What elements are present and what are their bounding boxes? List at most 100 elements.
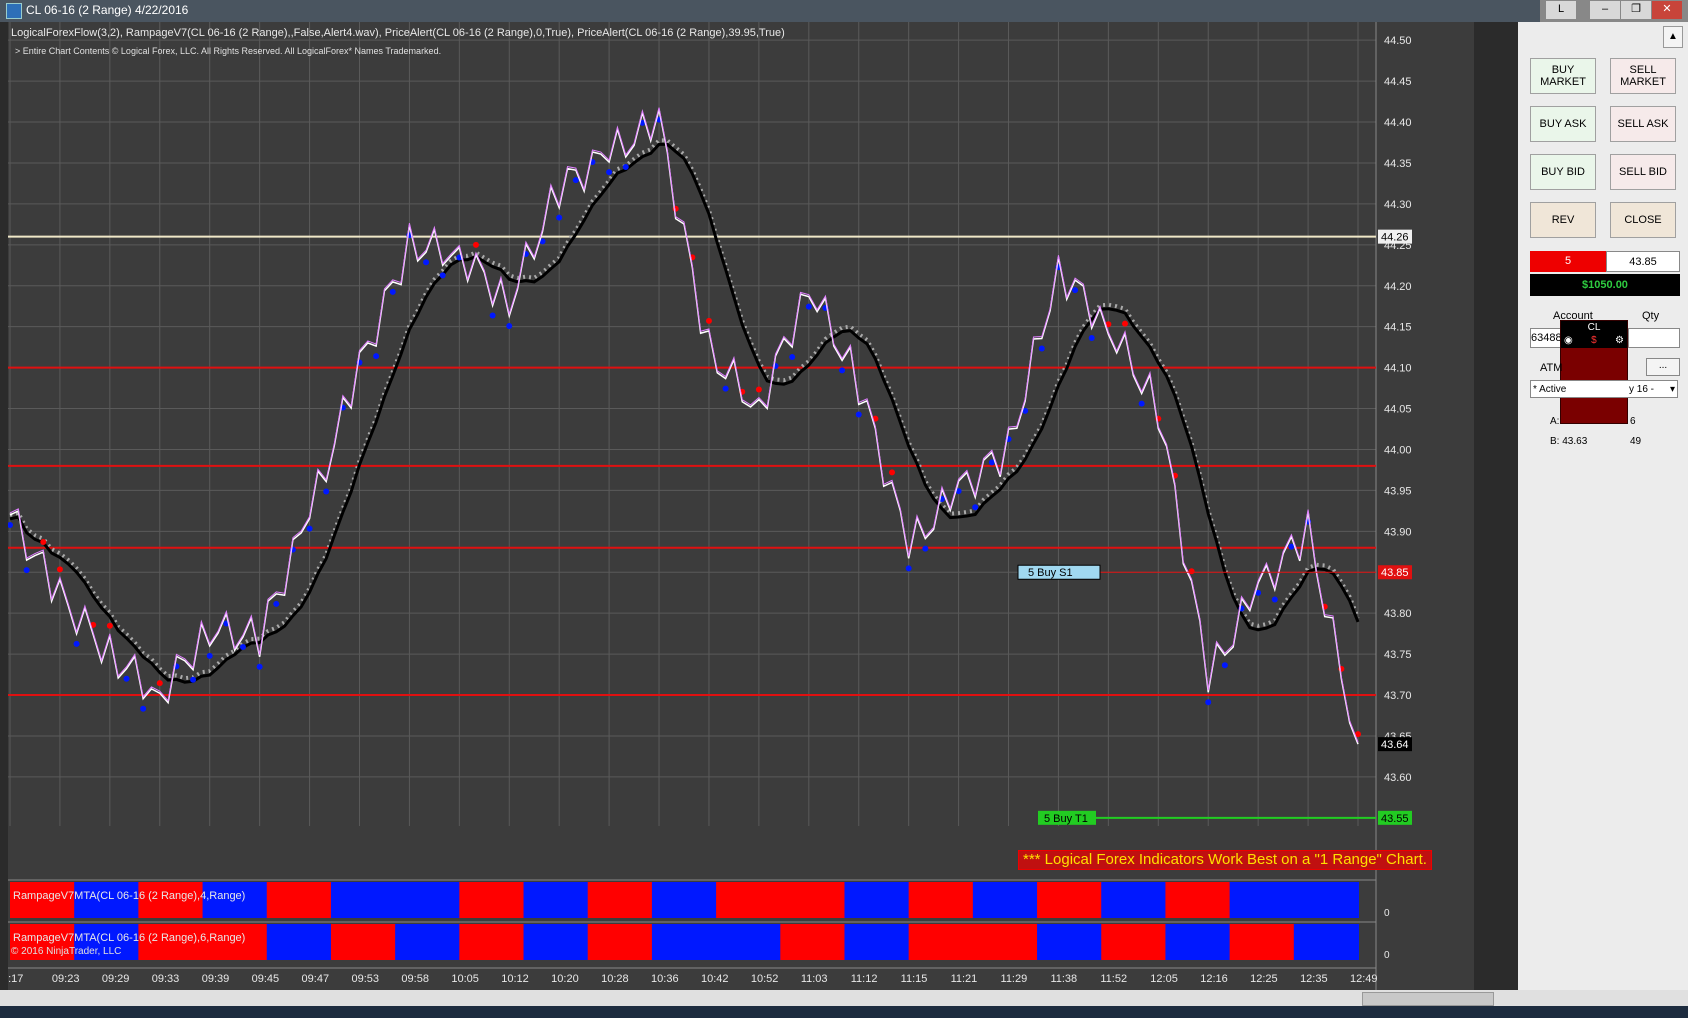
bear-trend-dot [472, 241, 479, 248]
buy-bid-button[interactable]: BUY BID [1530, 154, 1596, 190]
time-axis-label: 12:16 [1200, 973, 1228, 985]
bull-trend-dot [306, 525, 313, 532]
horizontal-scrollbar[interactable] [0, 990, 1688, 1006]
window-controls: L – ❐ ✕ [1540, 0, 1688, 22]
price-axis-label: 43.60 [1384, 772, 1412, 784]
bull-trend-dot [1221, 662, 1228, 669]
panel-dropdown[interactable]: ▲ [1663, 26, 1683, 48]
time-axis-label: 10:42 [701, 973, 729, 985]
bull-trend-dot [572, 177, 579, 184]
mta-panel2-block [972, 924, 1039, 960]
buy-s1-order-label: 5 Buy S1 [1028, 567, 1073, 579]
bull-trend-dot [839, 367, 846, 374]
globe-icon[interactable]: ◉ [1564, 335, 1573, 348]
unrealized-pnl: $1050.00 [1530, 274, 1680, 296]
time-axis-label: 10:36 [651, 973, 679, 985]
time-axis-label: 10:20 [551, 973, 579, 985]
bull-trend-dot [622, 163, 629, 170]
reverse-button[interactable]: REV [1530, 202, 1596, 238]
mta-panel1-block [1293, 882, 1359, 918]
price-axis-label: 44.20 [1384, 281, 1412, 293]
bull-trend-dot [206, 652, 213, 659]
position-qty: 5 [1530, 251, 1606, 272]
bull-trend-dot [389, 288, 396, 295]
mta-panel1-block [266, 882, 332, 918]
price-axis-label: 44.40 [1384, 117, 1412, 129]
bull-trend-dot [506, 322, 513, 329]
dollar-icon[interactable]: $ [1591, 335, 1597, 348]
bear-trend-dot [1122, 320, 1129, 327]
bull-trend-dot [123, 675, 130, 682]
bear-trend-dot [106, 622, 113, 629]
bear-trend-dot [40, 539, 47, 546]
atm-label: ATM [1540, 362, 1563, 374]
qty-input[interactable] [1628, 328, 1680, 348]
mta-panel2-block [716, 924, 782, 960]
price-axis-label: 44.35 [1384, 158, 1412, 170]
mta-panel2-block [908, 924, 974, 960]
app-icon [6, 3, 22, 19]
sell-bid-button[interactable]: SELL BID [1610, 154, 1676, 190]
price-axis-label: 44.00 [1384, 444, 1412, 456]
atm-strategy-value: * Active [1533, 384, 1567, 395]
price-line-highlight [9, 107, 1359, 743]
scrollbar-thumb[interactable] [1362, 992, 1494, 1006]
bull-trend-dot [972, 504, 979, 511]
popup-icons: ◉ $ ⚙ [1561, 335, 1627, 348]
link-button[interactable]: L [1545, 0, 1577, 20]
buy-market-button[interactable]: BUY MARKET [1530, 58, 1596, 94]
time-axis-label: 09:45 [252, 973, 280, 985]
price-axis-label: 43.95 [1384, 485, 1412, 497]
bull-trend-dot [489, 312, 496, 319]
buy-ask-button[interactable]: BUY ASK [1530, 106, 1596, 142]
taskbar [0, 1006, 1688, 1018]
bull-trend-dot [273, 600, 280, 607]
maximize-button[interactable]: ❐ [1620, 0, 1652, 20]
bull-trend-dot [140, 705, 147, 712]
close-position-button[interactable]: CLOSE [1610, 202, 1676, 238]
mta-panel1-block [330, 882, 397, 918]
chevron-up-icon: ▲ [1668, 31, 1678, 42]
time-axis-label: 10:28 [601, 973, 629, 985]
mta-panel1-block [716, 882, 782, 918]
time-axis-label: 11:38 [1050, 973, 1077, 985]
bear-trend-dot [755, 386, 762, 393]
bull-trend-dot [1072, 287, 1079, 294]
bull-trend-dot [1038, 345, 1045, 352]
chart-trader-panel: ▲ BUY MARKET SELL MARKET BUY ASK SELL AS… [1518, 22, 1688, 990]
close-window-button[interactable]: ✕ [1651, 0, 1683, 20]
bear-trend-dot [56, 566, 63, 573]
time-axis-label: 12:25 [1250, 973, 1278, 985]
atm-options-button[interactable]: ... [1646, 358, 1680, 376]
subpanel2-label: RampageV7MTA(CL 06-16 (2 Range),6,Range) [13, 932, 246, 944]
price-chart[interactable]: 44.50 44.45 44.40 44.35 44.30 44.25 44.20 44.15… [8, 22, 1474, 990]
account-select[interactable]: 63488 [1530, 328, 1564, 348]
minimize-button[interactable]: – [1589, 0, 1621, 20]
mta-panel1-block [459, 882, 525, 918]
time-axis-label: 09:53 [351, 973, 379, 985]
chart-canvas[interactable]: 44.5044.4544.4044.3544.3044.2544.2044.15… [8, 22, 1474, 990]
bull-trend-dot [423, 259, 430, 266]
gear-icon[interactable]: ⚙ [1615, 335, 1624, 348]
time-axis-label: 10:12 [501, 973, 529, 985]
subpanel1-label: RampageV7MTA(CL 06-16 (2 Range),4,Range) [13, 890, 246, 902]
mta-panel2-block [1037, 924, 1103, 960]
mta-panel1-block [395, 882, 461, 918]
bull-trend-dot [922, 545, 929, 552]
price-axis-label: 44.05 [1384, 404, 1412, 416]
bull-trend-dot [1205, 699, 1212, 706]
mta-panel2-block [1229, 924, 1295, 960]
bull-trend-dot [239, 644, 246, 651]
sell-ask-button[interactable]: SELL ASK [1610, 106, 1676, 142]
time-axis-label: 11:52 [1100, 973, 1127, 985]
time-axis-label: 09:33 [152, 973, 180, 985]
window-titlebar: CL 06-16 (2 Range) 4/22/2016 [0, 0, 1688, 22]
atm-strategy-select[interactable]: * Active y 16 - ▾ [1530, 380, 1678, 398]
sell-market-button[interactable]: SELL MARKET [1610, 58, 1676, 94]
bull-trend-dot [606, 169, 613, 176]
stop-price-tag: 43.85 [1381, 567, 1409, 579]
qty-label: Qty [1642, 310, 1660, 322]
bull-trend-dot [323, 488, 330, 495]
time-axis-label: 10:52 [751, 973, 779, 985]
mta-panel1-block [1101, 882, 1167, 918]
